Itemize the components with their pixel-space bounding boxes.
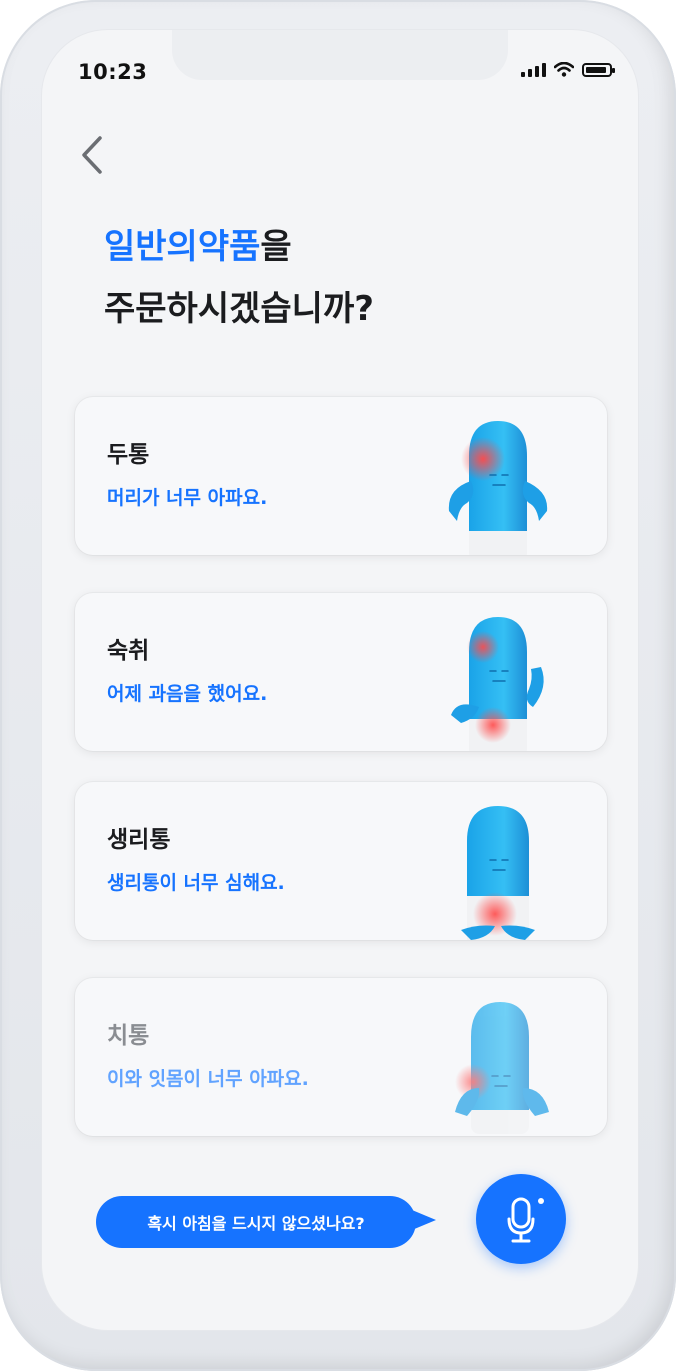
battery-icon <box>582 63 615 77</box>
option-card-menstrual-pain[interactable]: 생리통 생리통이 너무 심해요. <box>75 782 607 940</box>
hangover-mascot-icon <box>451 617 544 751</box>
signal-icon <box>521 62 546 77</box>
bubble-tail <box>412 1210 436 1230</box>
chevron-left-icon <box>82 136 102 174</box>
status-time: 10:23 <box>78 60 148 84</box>
microphone-icon <box>507 1197 544 1243</box>
wifi-icon <box>554 62 574 77</box>
notch <box>172 30 508 80</box>
option-title: 치통 <box>107 1023 150 1049</box>
headache-mascot-icon <box>448 421 548 555</box>
phone-frame: 10:23 일반의약품을 주문하시겠습니까? 두통 머리가 너무 아파요. 숙취… <box>0 0 676 1371</box>
assistant-prompt-text: 혹시 아침을 드시지 않으셨나요? <box>147 1214 365 1233</box>
option-title: 숙취 <box>107 638 150 664</box>
option-description: 머리가 너무 아파요. <box>107 487 268 509</box>
assistant-prompt-bubble[interactable]: 혹시 아침을 드시지 않으셨나요? <box>96 1196 416 1248</box>
option-title: 두통 <box>107 442 150 468</box>
option-description: 이와 잇몸이 너무 아파요. <box>107 1068 309 1090</box>
title-highlight: 일반의약품 <box>104 227 261 267</box>
title-suffix: 을 <box>260 227 292 267</box>
back-button[interactable] <box>72 130 112 180</box>
option-description: 생리통이 너무 심해요. <box>107 872 285 894</box>
app-screen: 10:23 일반의약품을 주문하시겠습니까? 두통 머리가 너무 아파요. 숙취… <box>42 30 638 1330</box>
status-icons <box>521 62 615 77</box>
toothache-mascot-icon <box>455 1002 549 1134</box>
option-card-headache[interactable]: 두통 머리가 너무 아파요. <box>75 397 607 555</box>
title-line2: 주문하시겠습니까? <box>104 289 374 329</box>
option-title: 생리통 <box>107 827 171 853</box>
page-title: 일반의약품을 주문하시겠습니까? <box>104 216 374 340</box>
option-card-toothache[interactable]: 치통 이와 잇몸이 너무 아파요. <box>75 978 607 1136</box>
option-card-hangover[interactable]: 숙취 어제 과음을 했어요. <box>75 593 607 751</box>
option-description: 어제 과음을 했어요. <box>107 683 268 705</box>
menstrual-pain-mascot-icon <box>461 806 535 940</box>
voice-input-button[interactable] <box>476 1174 566 1264</box>
